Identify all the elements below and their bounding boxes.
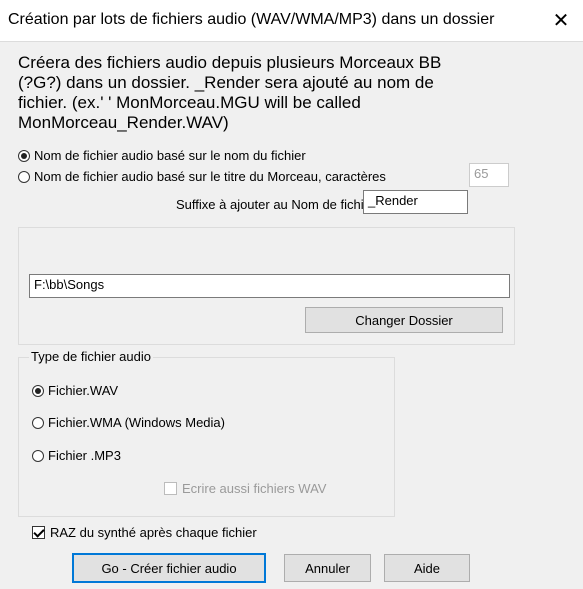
- cancel-button[interactable]: Annuler: [284, 554, 371, 582]
- go-create-audio-button[interactable]: Go - Créer fichier audio: [72, 553, 266, 583]
- radio-name-by-title[interactable]: Nom de fichier audio basé sur le titre d…: [18, 169, 386, 184]
- description-line: Créera des fichiers audio depuis plusieu…: [18, 53, 442, 72]
- audio-type-legend: Type de fichier audio: [29, 349, 153, 364]
- radio-format-wav[interactable]: Fichier.WAV: [32, 383, 118, 398]
- radio-name-by-filename[interactable]: Nom de fichier audio basé sur le nom du …: [18, 148, 306, 163]
- radio-label: Fichier.WMA (Windows Media): [48, 415, 225, 430]
- radio-button[interactable]: [32, 416, 44, 429]
- suffix-label: Suffixe à ajouter au Nom de fichier: [176, 197, 376, 212]
- reset-synth-label: RAZ du synthé après chaque fichier: [50, 525, 257, 540]
- radio-button[interactable]: [32, 449, 44, 462]
- batch-audio-dialog: Création par lots de fichiers audio (WAV…: [0, 0, 583, 589]
- radio-label: Fichier.WAV: [48, 383, 119, 398]
- radio-button[interactable]: [32, 384, 44, 397]
- description-line: (?G?) dans un dossier. _Render sera ajou…: [18, 73, 434, 92]
- window-title: Création par lots de fichiers audio (WAV…: [8, 11, 495, 28]
- characters-input[interactable]: 65: [469, 163, 509, 187]
- radio-label: Nom de fichier audio basé sur le titre d…: [34, 169, 386, 184]
- change-folder-button[interactable]: Changer Dossier: [305, 307, 503, 333]
- title-bar: Création par lots de fichiers audio (WAV…: [0, 0, 583, 42]
- description-line: fichier. (ex.' ' MonMorceau.MGU will be …: [18, 93, 361, 112]
- folder-path-input[interactable]: F:\bb\Songs: [29, 274, 510, 298]
- also-wav-checkbox[interactable]: [164, 482, 177, 495]
- also-wav-label: Ecrire aussi fichiers WAV: [182, 481, 327, 496]
- radio-format-mp3[interactable]: Fichier .MP3: [32, 448, 121, 463]
- description-text: Créera des fichiers audio depuis plusieu…: [18, 53, 558, 133]
- radio-format-wma[interactable]: Fichier.WMA (Windows Media): [32, 415, 225, 430]
- radio-button[interactable]: [18, 149, 30, 162]
- help-button[interactable]: Aide: [384, 554, 470, 582]
- radio-button[interactable]: [18, 170, 30, 183]
- close-icon[interactable]: ✕: [539, 0, 583, 41]
- radio-label: Nom de fichier audio basé sur le nom du …: [34, 148, 306, 163]
- reset-synth-checkbox[interactable]: [32, 526, 45, 539]
- radio-label: Fichier .MP3: [48, 448, 121, 463]
- suffix-input[interactable]: _Render: [363, 190, 468, 214]
- description-line: MonMorceau_Render.WAV): [18, 113, 229, 132]
